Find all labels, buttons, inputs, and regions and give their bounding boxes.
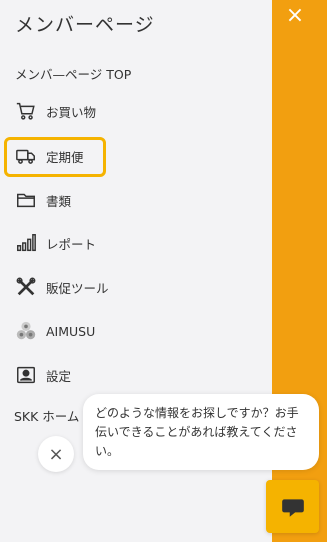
folder-icon (14, 188, 38, 212)
menu-item-subscription[interactable]: 定期便 (14, 141, 84, 171)
tools-icon (14, 275, 38, 299)
menu-item-label: AIMUSU (46, 323, 96, 339)
bar-chart-icon (14, 231, 38, 255)
menu-item-label: お買い物 (46, 104, 97, 120)
menu-item-shopping[interactable]: お買い物 (14, 96, 96, 126)
menu-item-aimusu[interactable]: AIMUSU (14, 316, 95, 346)
menu-item-label: 設定 (46, 368, 72, 384)
user-settings-icon (14, 363, 38, 387)
aimusu-logo-icon (14, 319, 38, 343)
menu-item-label: 書類 (46, 193, 72, 209)
delivery-truck-icon (14, 144, 38, 168)
skk-home-link[interactable]: SKK ホーム (14, 406, 79, 425)
chat-bubble: どのような情報をお探しですか？お手伝いできることがあれば教えてください。 (83, 394, 319, 470)
menu-item-report[interactable]: レポート (14, 228, 96, 258)
chat-launcher-button[interactable] (266, 480, 319, 533)
menu-item-label: 定期便 (46, 149, 84, 165)
member-top-link[interactable]: メンバ—ページ TOP (15, 64, 131, 83)
menu-item-label: 販促ツール (46, 280, 109, 296)
menu-item-promo-tools[interactable]: 販促ツール (14, 272, 109, 302)
shopping-cart-icon (14, 99, 38, 123)
menu-item-label: レポート (46, 236, 97, 252)
menu-item-documents[interactable]: 書類 (14, 185, 71, 215)
chat-bubble-icon (281, 498, 304, 517)
menu-item-settings[interactable]: 設定 (14, 360, 71, 390)
close-icon[interactable]: × (284, 5, 306, 27)
page-title: メンバーページ (15, 14, 155, 36)
chat-bubble-close-button[interactable]: × (38, 436, 74, 472)
